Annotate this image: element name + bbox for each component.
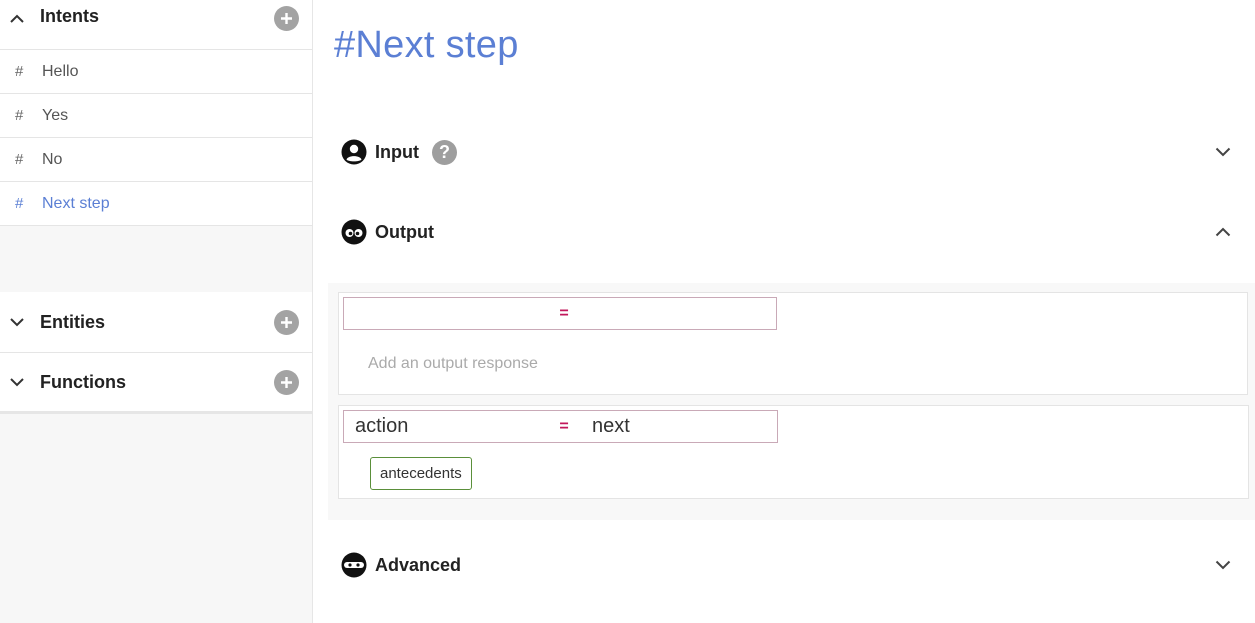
- hash-icon: #: [15, 63, 24, 80]
- ninja-icon: [341, 552, 367, 578]
- intent-item-no[interactable]: # No: [0, 138, 312, 182]
- intent-editor: #Next step Input ? Output = Add an outpu…: [313, 0, 1255, 623]
- plus-icon: [281, 13, 292, 24]
- hash-icon: #: [15, 151, 24, 168]
- chevron-up-icon[interactable]: [9, 10, 25, 26]
- input-section-header[interactable]: Input ?: [341, 136, 1233, 168]
- chevron-down-icon[interactable]: [9, 314, 25, 330]
- condition-value[interactable]: next: [584, 415, 630, 438]
- plus-icon: [281, 316, 292, 328]
- sidebar: Intents # Hello # Yes # No # Next step E…: [0, 0, 313, 623]
- eyes-icon: [341, 219, 367, 245]
- intent-label: No: [42, 150, 63, 168]
- output-response-card: = Add an output response: [338, 292, 1248, 395]
- condition-operator: =: [559, 304, 569, 322]
- condition-variable[interactable]: action: [344, 415, 544, 438]
- output-response-placeholder[interactable]: Add an output response: [368, 355, 538, 373]
- plus-icon: [281, 376, 292, 388]
- page-title: #Next step: [334, 24, 519, 66]
- chevron-down-icon[interactable]: [1213, 555, 1233, 575]
- entities-title: Entities: [40, 311, 106, 332]
- intent-item-next-step[interactable]: # Next step: [0, 182, 312, 226]
- intent-label: Yes: [42, 106, 69, 124]
- intent-label: Hello: [42, 62, 79, 80]
- intents-header[interactable]: Intents: [0, 0, 312, 50]
- advanced-section-header[interactable]: Advanced: [341, 549, 1233, 581]
- condition-field[interactable]: =: [343, 297, 777, 330]
- chevron-down-icon[interactable]: [1213, 142, 1233, 162]
- chevron-up-icon[interactable]: [1213, 222, 1233, 242]
- output-section-header[interactable]: Output: [341, 216, 1233, 248]
- sidebar-spacer: [0, 226, 312, 292]
- output-responses: = Add an output response action = next a…: [328, 283, 1255, 520]
- intents-panel: Intents # Hello # Yes # No # Next step: [0, 0, 312, 226]
- intent-label: Next step: [42, 194, 110, 212]
- hash-icon: #: [15, 195, 24, 212]
- hash-icon: #: [15, 107, 24, 124]
- help-icon[interactable]: ?: [431, 139, 457, 165]
- output-section-label: Output: [375, 221, 434, 242]
- functions-header[interactable]: Functions: [0, 353, 312, 414]
- antecedents-tag[interactable]: antecedents: [370, 457, 472, 490]
- add-function-button[interactable]: [274, 369, 299, 395]
- intent-item-yes[interactable]: # Yes: [0, 94, 312, 138]
- advanced-section-label: Advanced: [375, 554, 462, 575]
- input-section-label: Input: [375, 141, 419, 162]
- entities-header[interactable]: Entities: [0, 292, 312, 353]
- add-intent-button[interactable]: [274, 6, 299, 31]
- condition-field[interactable]: action = next: [343, 410, 778, 443]
- add-entity-button[interactable]: [274, 309, 299, 335]
- functions-title: Functions: [40, 371, 126, 392]
- user-circle-icon: [341, 139, 367, 165]
- condition-operator: =: [559, 417, 569, 435]
- intent-item-hello[interactable]: # Hello: [0, 50, 312, 94]
- intents-title: Intents: [40, 6, 100, 26]
- chevron-down-icon[interactable]: [9, 374, 25, 390]
- output-response-card: action = next antecedents: [338, 405, 1249, 499]
